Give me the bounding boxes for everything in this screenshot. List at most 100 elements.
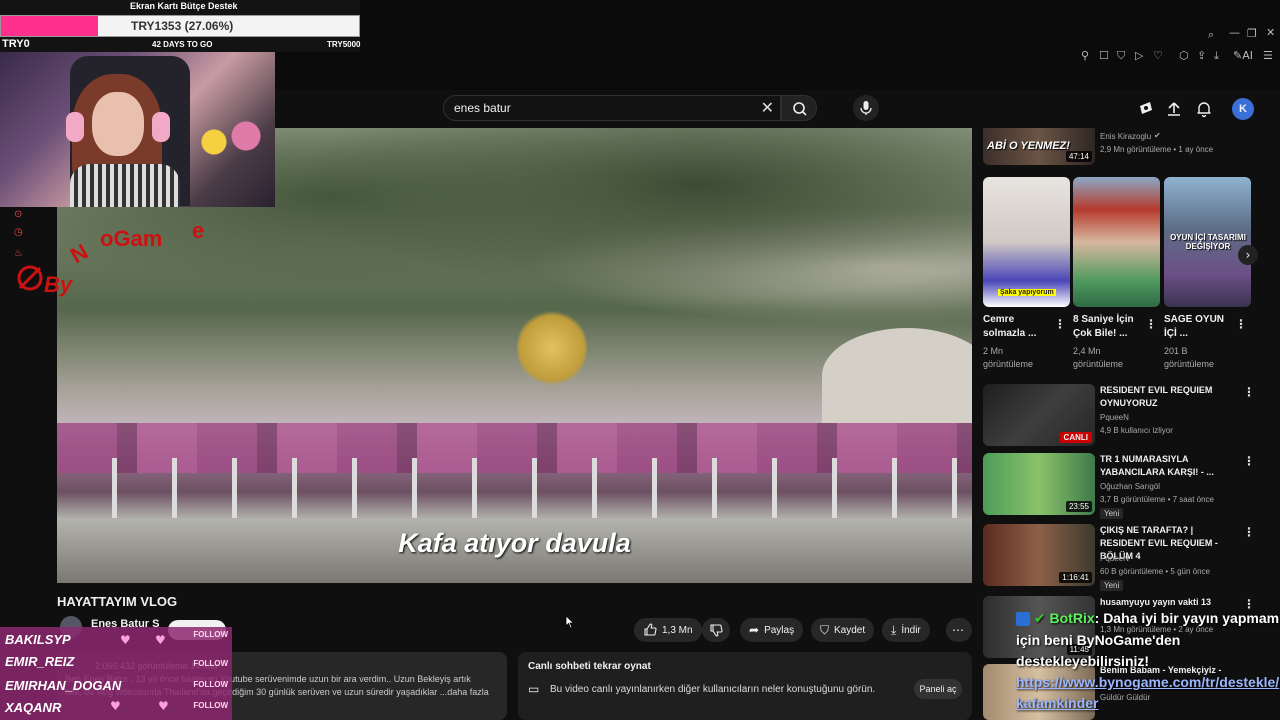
chat-icon: ▭ — [528, 682, 540, 696]
download-icon[interactable]: ⤓ — [1214, 49, 1219, 63]
short-title[interactable]: SAGE OYUN İÇİ ... — [1164, 313, 1226, 341]
mouse-cursor — [565, 615, 575, 629]
more-actions-button[interactable]: ⋯ — [946, 618, 972, 642]
search-icon[interactable]: ⌕ — [1208, 28, 1214, 42]
rec-thumbnail[interactable]: CANLI — [983, 384, 1095, 446]
webcam-overlay — [0, 52, 275, 207]
chat-replay-description: Bu video canlı yayınlanırken diğer kulla… — [550, 684, 876, 695]
donation-days: 42 DAYS TO GO — [152, 40, 213, 49]
donation-goal: TRY5000 — [327, 40, 361, 49]
rec-title[interactable]: RESIDENT EVIL REQUIEM OYNUYORUZ — [1100, 384, 1230, 410]
chat-replay-panel: Canlı sohbeti tekrar oynat ▭ Bu video ca… — [518, 652, 972, 720]
short-title[interactable]: 8 Saniye İçin Çok Bile! ... — [1073, 313, 1143, 341]
short-views: 2,4 Mn — [1073, 346, 1101, 356]
microphone-icon — [860, 101, 872, 115]
video-subtitle: Kafa atıyor davula — [398, 528, 631, 558]
chat-replay-title: Canlı sohbeti tekrar oynat — [528, 661, 651, 672]
follow-label: FOLLOW — [193, 659, 228, 668]
thumbs-up-icon — [644, 623, 657, 636]
more-icon[interactable]: ⋮ — [1145, 317, 1157, 331]
streamer-face — [92, 92, 144, 156]
download-label: İndir — [901, 624, 921, 636]
short-views-label: görüntüleme — [983, 359, 1034, 369]
open-panel-button[interactable]: Paneli aç — [914, 679, 962, 699]
share-button[interactable]: ➦ Paylaş — [740, 618, 804, 642]
close-icon[interactable]: ✕ — [1266, 26, 1275, 39]
rec-channel: PqueeN — [1100, 413, 1129, 422]
shorts-next-button[interactable]: › — [1238, 245, 1258, 265]
avatar[interactable]: K — [1232, 98, 1254, 120]
verified-icon: ✔ — [1033, 611, 1046, 627]
ai-icon[interactable]: ✎AI — [1233, 49, 1253, 62]
bot-name: BotRix — [1049, 610, 1095, 626]
thumbnail-caption: OYUN İÇİ TASARIMI DEĞİŞİYOR — [1170, 233, 1246, 251]
short-title[interactable]: Cemre solmazla ... — [983, 313, 1053, 341]
rec-meta: 3,7 B görüntüleme • 7 saat önce — [1100, 495, 1214, 504]
rec-thumbnail[interactable]: 23:55 — [983, 453, 1095, 515]
follower-name: EMIR_REIZ — [5, 654, 75, 669]
shield-icon[interactable]: ⛉ — [1117, 49, 1125, 63]
heart-icon[interactable]: ♡ — [1153, 49, 1163, 62]
more-icon[interactable]: ⋮ — [1243, 525, 1255, 539]
svg-text:N: N — [66, 239, 92, 269]
svg-text:By: By — [44, 272, 74, 297]
minimize-icon[interactable]: — — [1229, 26, 1240, 39]
bot-chat-message: ✔ BotRix: Daha iyi bir yayın yapmam için… — [1016, 608, 1280, 720]
notifications-icon[interactable] — [1195, 100, 1213, 118]
extensions-icon[interactable]: ⬡ — [1179, 49, 1189, 62]
share-icon[interactable]: ⇪ — [1197, 49, 1206, 62]
bookmark-icon[interactable]: ☐ — [1099, 49, 1109, 62]
bot-link[interactable]: https://www.bynogame.com/tr/destekle/kaf… — [1016, 672, 1280, 714]
recent-follows-overlay: BAKILSYP FOLLOW EMIR_REIZ FOLLOW EMIRHAN… — [0, 627, 232, 720]
upload-icon[interactable] — [1165, 100, 1183, 118]
short-thumbnail[interactable] — [1073, 177, 1160, 307]
more-icon[interactable]: ⋮ — [1243, 385, 1255, 399]
search-box[interactable]: enes batur ✕ — [443, 95, 781, 121]
video-frame-performer — [517, 308, 587, 388]
search-icon — [793, 102, 807, 116]
menu-icon[interactable]: ☰ — [1263, 49, 1273, 62]
like-count: 1,3 Mn — [662, 624, 693, 636]
share-label: Paylaş — [764, 624, 795, 636]
short-thumbnail[interactable]: OYUN İÇİ TASARIMI DEĞİŞİYOR — [1164, 177, 1251, 307]
create-icon[interactable] — [1137, 100, 1155, 118]
video-frame-fountain — [822, 328, 972, 423]
rec-title[interactable]: TR 1 NUMARASIYLA YABANCILARA KARŞI! - ..… — [1100, 453, 1230, 479]
rec-thumbnail[interactable]: 1:16:41 — [983, 524, 1095, 586]
clear-search-icon[interactable]: ✕ — [761, 98, 774, 117]
pin-icon[interactable]: ⚲ — [1081, 49, 1089, 62]
short-thumbnail[interactable]: Şaka yapıyorum — [983, 177, 1070, 307]
thumbnail-caption: ABİ O YENMEZ! — [987, 140, 1070, 152]
download-button[interactable]: ⤓ İndir — [882, 618, 930, 642]
bookmark-icon: ⛉ — [820, 622, 830, 637]
follower-name: XAQANR — [5, 700, 62, 715]
svg-text:oGam: oGam — [100, 226, 162, 251]
dislike-button[interactable] — [702, 618, 730, 642]
heart-icon: ♥ — [110, 699, 121, 713]
search-input[interactable]: enes batur — [454, 101, 511, 115]
like-button[interactable]: 1,3 Mn — [634, 618, 702, 642]
more-icon[interactable]: ⋮ — [1235, 317, 1247, 331]
stream-watermark: By N oGam e — [16, 212, 216, 302]
follow-label: FOLLOW — [193, 680, 228, 689]
rec-channel: Enis Kirazoglu — [1100, 132, 1152, 141]
donation-start: TRY0 — [2, 38, 30, 50]
search-button[interactable] — [781, 95, 817, 121]
plush-toys — [190, 112, 270, 172]
new-badge: Yeni — [1100, 580, 1124, 591]
new-badge: Yeni — [1100, 508, 1124, 519]
short-views: 2 Mn — [983, 346, 1004, 356]
voice-search-button[interactable] — [853, 95, 879, 121]
duration-badge: 1:16:41 — [1059, 572, 1092, 583]
play-icon[interactable]: ▷ — [1135, 49, 1143, 62]
follower-name: BAKILSYP — [5, 632, 71, 647]
more-icon[interactable]: ⋮ — [1054, 317, 1066, 331]
rec-channel: PqueeN — [1100, 554, 1129, 563]
rec-channel: Oğuzhan Sarıgöl — [1100, 482, 1161, 491]
heart-icon: ♥ — [120, 633, 131, 647]
save-button[interactable]: ⛉ Kaydet — [811, 618, 875, 642]
donation-bar-track: TRY1353 (27.06%) — [0, 15, 360, 37]
rec-thumbnail[interactable]: ABİ O YENMEZ! 47:14 — [983, 128, 1095, 165]
more-icon[interactable]: ⋮ — [1243, 454, 1255, 468]
restore-icon[interactable]: ❐ — [1247, 27, 1257, 40]
